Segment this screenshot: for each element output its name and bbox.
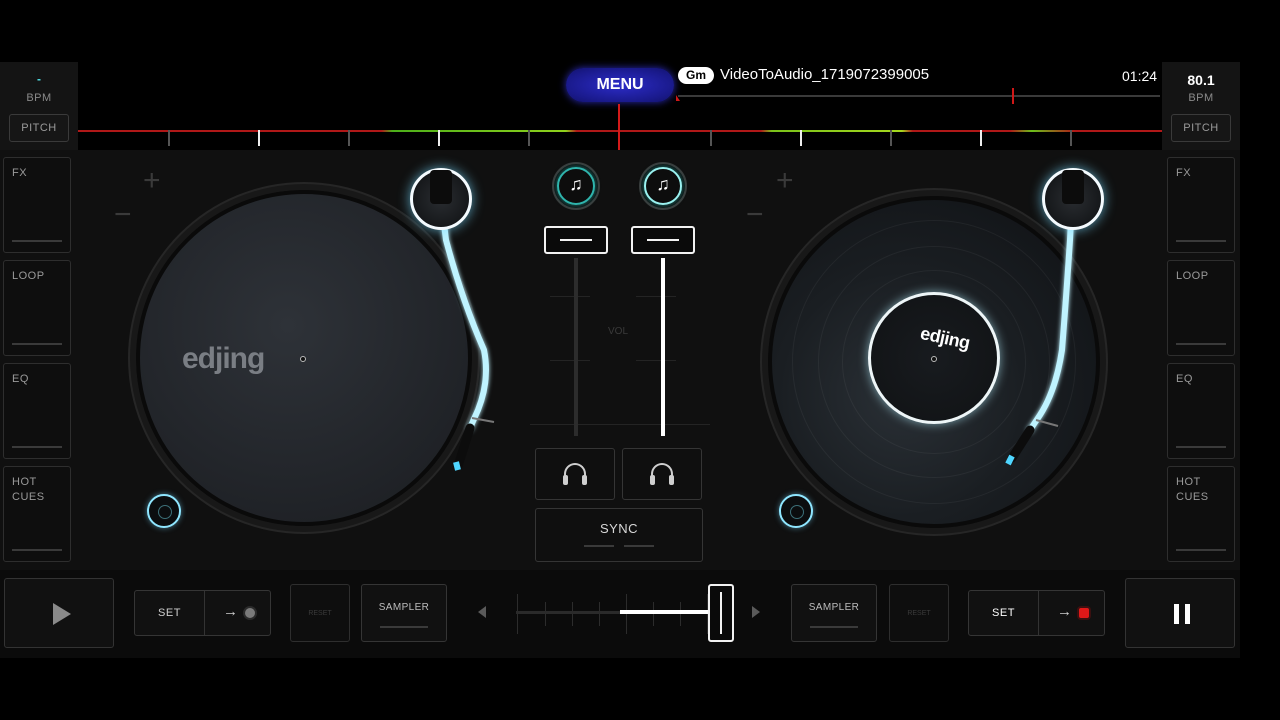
- crossfader-tick: [517, 594, 518, 634]
- right-cue-indicator: [1079, 608, 1089, 618]
- crossfader-handle[interactable]: [708, 584, 734, 642]
- pause-icon: [1174, 604, 1190, 624]
- left-tonearm-headshell: [430, 170, 452, 204]
- right-tonearm-headshell: [1062, 170, 1084, 204]
- crossfader-fill: [620, 610, 720, 614]
- jump-arrow-icon[interactable]: →: [1057, 603, 1072, 620]
- sync-left-indicator: [584, 545, 614, 547]
- crossfader-tick: [545, 602, 546, 626]
- left-headphone-cue-button[interactable]: [535, 448, 615, 500]
- left-pitch-knob[interactable]: [147, 494, 181, 528]
- sync-label: SYNC: [599, 521, 639, 536]
- left-cue-set-group: SET →: [134, 590, 271, 636]
- vol-grid-line: [636, 296, 676, 297]
- sampler-indicator: [810, 626, 858, 628]
- crossfader-left-arrow-icon[interactable]: [478, 606, 486, 618]
- headphones-icon: [650, 463, 674, 485]
- left-set-button[interactable]: SET: [135, 591, 205, 635]
- right-reset-button[interactable]: RESET: [889, 584, 949, 642]
- left-volume-fader[interactable]: [544, 226, 608, 254]
- vol-grid-line: [636, 360, 676, 361]
- right-volume-track[interactable]: [661, 258, 665, 436]
- left-sampler-label: SAMPLER: [378, 602, 430, 613]
- left-volume-track[interactable]: [574, 258, 578, 436]
- music-note-plus-icon: ♫: [569, 174, 583, 194]
- sync-right-indicator: [624, 545, 654, 547]
- right-pause-button[interactable]: [1125, 578, 1235, 648]
- left-fx-music-button[interactable]: ♫: [552, 162, 600, 210]
- left-reset-button[interactable]: RESET: [290, 584, 350, 642]
- left-sampler-button[interactable]: SAMPLER: [361, 584, 447, 642]
- crossfader-tick: [626, 594, 627, 634]
- headphones-icon: [563, 463, 587, 485]
- vol-grid-line: [550, 296, 590, 297]
- crossfader-tick: [653, 602, 654, 626]
- left-cue-indicator: [245, 608, 255, 618]
- crossfader-tick: [572, 602, 573, 626]
- right-cue-set-group: SET →: [968, 590, 1105, 636]
- right-headphone-cue-button[interactable]: [622, 448, 702, 500]
- left-tonearm[interactable]: [438, 197, 495, 471]
- jump-arrow-icon[interactable]: →: [223, 603, 238, 620]
- right-fx-music-button[interactable]: ♫: [639, 162, 687, 210]
- right-set-button[interactable]: SET: [969, 591, 1039, 635]
- sync-button[interactable]: SYNC: [535, 508, 703, 562]
- sampler-indicator: [380, 626, 428, 628]
- vol-grid-line: [550, 360, 590, 361]
- right-tonearm[interactable]: [1005, 197, 1075, 466]
- left-play-button[interactable]: [4, 578, 114, 648]
- right-sampler-label: SAMPLER: [808, 602, 860, 613]
- crossfader-tick: [680, 602, 681, 626]
- right-pitch-knob[interactable]: [779, 494, 813, 528]
- vol-grid-line: [530, 424, 710, 425]
- music-note-plus-icon: ♫: [656, 174, 670, 194]
- volume-label: VOL: [608, 326, 629, 337]
- crossfader-tick: [599, 602, 600, 626]
- right-sampler-button[interactable]: SAMPLER: [791, 584, 877, 642]
- play-icon: [53, 603, 71, 625]
- crossfader-right-arrow-icon[interactable]: [752, 606, 760, 618]
- right-volume-fader[interactable]: [631, 226, 695, 254]
